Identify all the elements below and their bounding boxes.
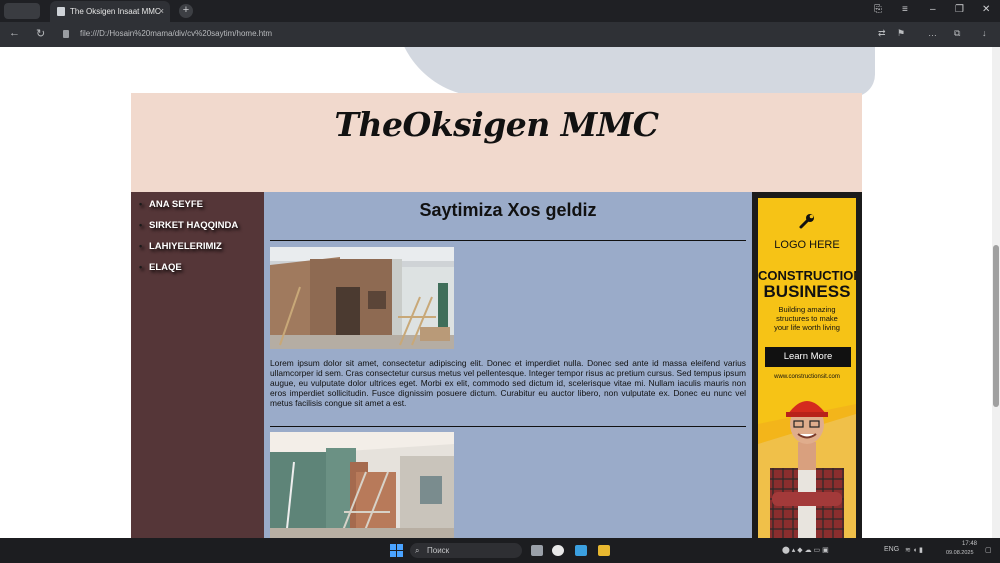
construction-photo-2: [270, 432, 454, 538]
file-explorer-icon[interactable]: [598, 545, 610, 556]
download-icon[interactable]: ↓: [982, 28, 987, 38]
construction-photo-1: [270, 247, 454, 349]
search-icon: ⌕: [415, 546, 420, 555]
tab-title: The Oksigen Insaat MMC: [70, 7, 161, 16]
minimize-icon[interactable]: –: [930, 4, 936, 15]
site-title: TheOksigen MMC: [334, 105, 659, 144]
nav-item-elaqe[interactable]: ELAQE: [139, 262, 182, 276]
taskbar-search[interactable]: ⌕ Поиск: [410, 543, 522, 558]
nav-item-ana-seyfe[interactable]: ANA SEYFE: [139, 199, 203, 213]
decorative-shape: [395, 47, 875, 97]
scrollbar-thumb[interactable]: [993, 245, 999, 407]
collections-icon[interactable]: ⎘: [874, 4, 882, 15]
wrench-icon: [799, 214, 814, 229]
back-icon[interactable]: ←: [9, 27, 20, 39]
clock-time[interactable]: 17:48: [962, 541, 977, 547]
bookmark-icon[interactable]: ⚑: [897, 28, 905, 39]
intro-text: Lorem ipsum dolor sit amet, consectetur …: [270, 358, 746, 408]
worker-photo: [758, 401, 856, 538]
notification-icon[interactable]: ▢: [985, 546, 992, 554]
divider: [270, 240, 746, 241]
windows-start-icon[interactable]: [390, 544, 403, 557]
ad-headline: CONSTRUCTION: [758, 268, 856, 283]
divider: [270, 426, 746, 427]
nav-item-lahiyelerimiz[interactable]: LAHIYELERIMIZ: [139, 241, 222, 255]
main-content: Saytimiza Xos geldiz Lorem ipsum dolor s…: [264, 192, 752, 538]
browser-chrome: The Oksigen Insaat MMC × + ⎘ ≡ – ❐ ✕ ← ↻…: [0, 0, 1000, 47]
language-indicator[interactable]: ENG: [884, 546, 899, 553]
page-viewport: TheOksigen MMC ANA SEYFE SIRKET HAQQINDA…: [0, 47, 1000, 538]
ad-banner-frame: LOGO HERE CONSTRUCTION BUSINESS Building…: [752, 192, 862, 538]
learn-more-button[interactable]: Learn More: [765, 347, 851, 367]
browser-tab[interactable]: The Oksigen Insaat MMC ×: [50, 1, 170, 22]
more-icon[interactable]: …: [928, 28, 937, 38]
site-header: TheOksigen MMC: [131, 93, 862, 192]
url-field[interactable]: file:///D:/Hosain%20mama/div/cv%20saytim…: [80, 29, 272, 38]
ad-subtext: Building amazing structures to make your…: [774, 305, 840, 332]
menu-icon[interactable]: ≡: [902, 4, 908, 15]
maximize-icon[interactable]: ❐: [955, 4, 964, 15]
yandex-browser-icon[interactable]: [552, 545, 564, 556]
window-close-icon[interactable]: ✕: [982, 4, 990, 15]
network-volume-icons[interactable]: ≋ ◖ ▮: [905, 546, 923, 554]
task-view-icon[interactable]: [531, 545, 543, 556]
extensions-icon[interactable]: ⧉: [954, 28, 960, 39]
page-title: Saytimiza Xos geldiz: [419, 200, 597, 220]
translate-icon[interactable]: ⇄: [878, 28, 886, 39]
ad-url: www.constructionsit.com: [774, 374, 840, 380]
reload-icon[interactable]: ↻: [36, 27, 45, 40]
profile-button[interactable]: [4, 3, 40, 19]
nav-item-sirket-haqqinda[interactable]: SIRKET HAQQINDA: [139, 220, 238, 234]
ad-banner[interactable]: LOGO HERE CONSTRUCTION BUSINESS Building…: [758, 198, 856, 538]
ad-logo-text: LOGO HERE: [774, 239, 840, 251]
sidebar-nav: ANA SEYFE SIRKET HAQQINDA LAHIYELERIMIZ …: [131, 192, 264, 538]
file-icon: [63, 30, 69, 38]
close-icon[interactable]: ×: [159, 1, 164, 22]
store-icon[interactable]: [575, 545, 587, 556]
search-placeholder: Поиск: [427, 546, 450, 555]
new-tab-button[interactable]: +: [179, 4, 193, 18]
clock-date[interactable]: 09.08.2025: [946, 550, 974, 556]
ad-headline-business: BUSINESS: [763, 282, 851, 301]
page-icon: [57, 7, 65, 16]
page-scrollbar[interactable]: [992, 47, 1000, 538]
tray-icons[interactable]: ⬤ ▴ ◆ ☁ ▭ ▣: [782, 546, 829, 554]
